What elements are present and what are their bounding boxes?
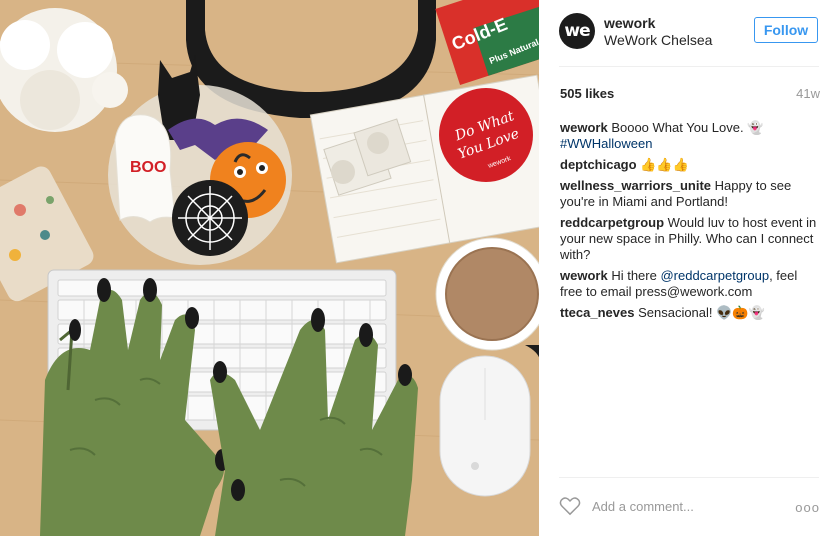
comment-text: Sensacional! 👽🎃👻	[638, 305, 765, 320]
likes-count[interactable]: 505 likes	[560, 86, 614, 101]
comment: wework Hi there @reddcarpetgroup, feel f…	[560, 268, 822, 300]
comment-username[interactable]: deptchicago	[560, 157, 637, 172]
post-sidebar: we wework WeWork Chelsea Follow 505 like…	[539, 0, 839, 536]
cookie-text: BOO	[130, 159, 166, 176]
like-heart-icon[interactable]	[559, 496, 581, 516]
username-link[interactable]: wework	[604, 15, 655, 31]
avatar[interactable]: we	[559, 13, 595, 49]
more-options-icon[interactable]: ooo	[795, 500, 820, 515]
time-ago[interactable]: 41w	[796, 86, 820, 101]
comment-username[interactable]: wework	[560, 120, 608, 135]
comment-username[interactable]: wework	[560, 268, 608, 283]
comment-text: Hi there	[611, 268, 657, 283]
divider	[559, 66, 819, 67]
comment-text: Boooo What You Love. 👻	[611, 120, 764, 135]
comment: reddcarpetgroup Would luv to host event …	[560, 215, 822, 263]
location-link[interactable]: WeWork Chelsea	[604, 32, 712, 48]
comments-list: wework Boooo What You Love. 👻 #WWHallowee…	[560, 120, 822, 326]
post-photo[interactable]: BOO Cold-E Plus Natural Do What You Love…	[0, 0, 539, 536]
comment-username[interactable]: reddcarpetgroup	[560, 215, 664, 230]
hashtag-link[interactable]: #WWHalloween	[560, 136, 652, 151]
comment: wework Boooo What You Love. 👻 #WWHallowee…	[560, 120, 822, 152]
divider	[559, 477, 819, 478]
mention-link[interactable]: @reddcarpetgroup	[660, 268, 769, 283]
comment: deptchicago 👍👍👍	[560, 157, 822, 173]
comment-username[interactable]: wellness_warriors_unite	[560, 178, 711, 193]
comment-text: 👍👍👍	[640, 157, 689, 172]
mouse	[439, 355, 531, 497]
comment-username[interactable]: tteca_neves	[560, 305, 634, 320]
comment: wellness_warriors_unite Happy to see you…	[560, 178, 822, 210]
post-header: we wework WeWork Chelsea Follow	[539, 0, 839, 66]
add-comment-input[interactable]: Add a comment...	[592, 499, 694, 514]
follow-button[interactable]: Follow	[754, 17, 818, 43]
comment: tteca_neves Sensacional! 👽🎃👻	[560, 305, 822, 321]
